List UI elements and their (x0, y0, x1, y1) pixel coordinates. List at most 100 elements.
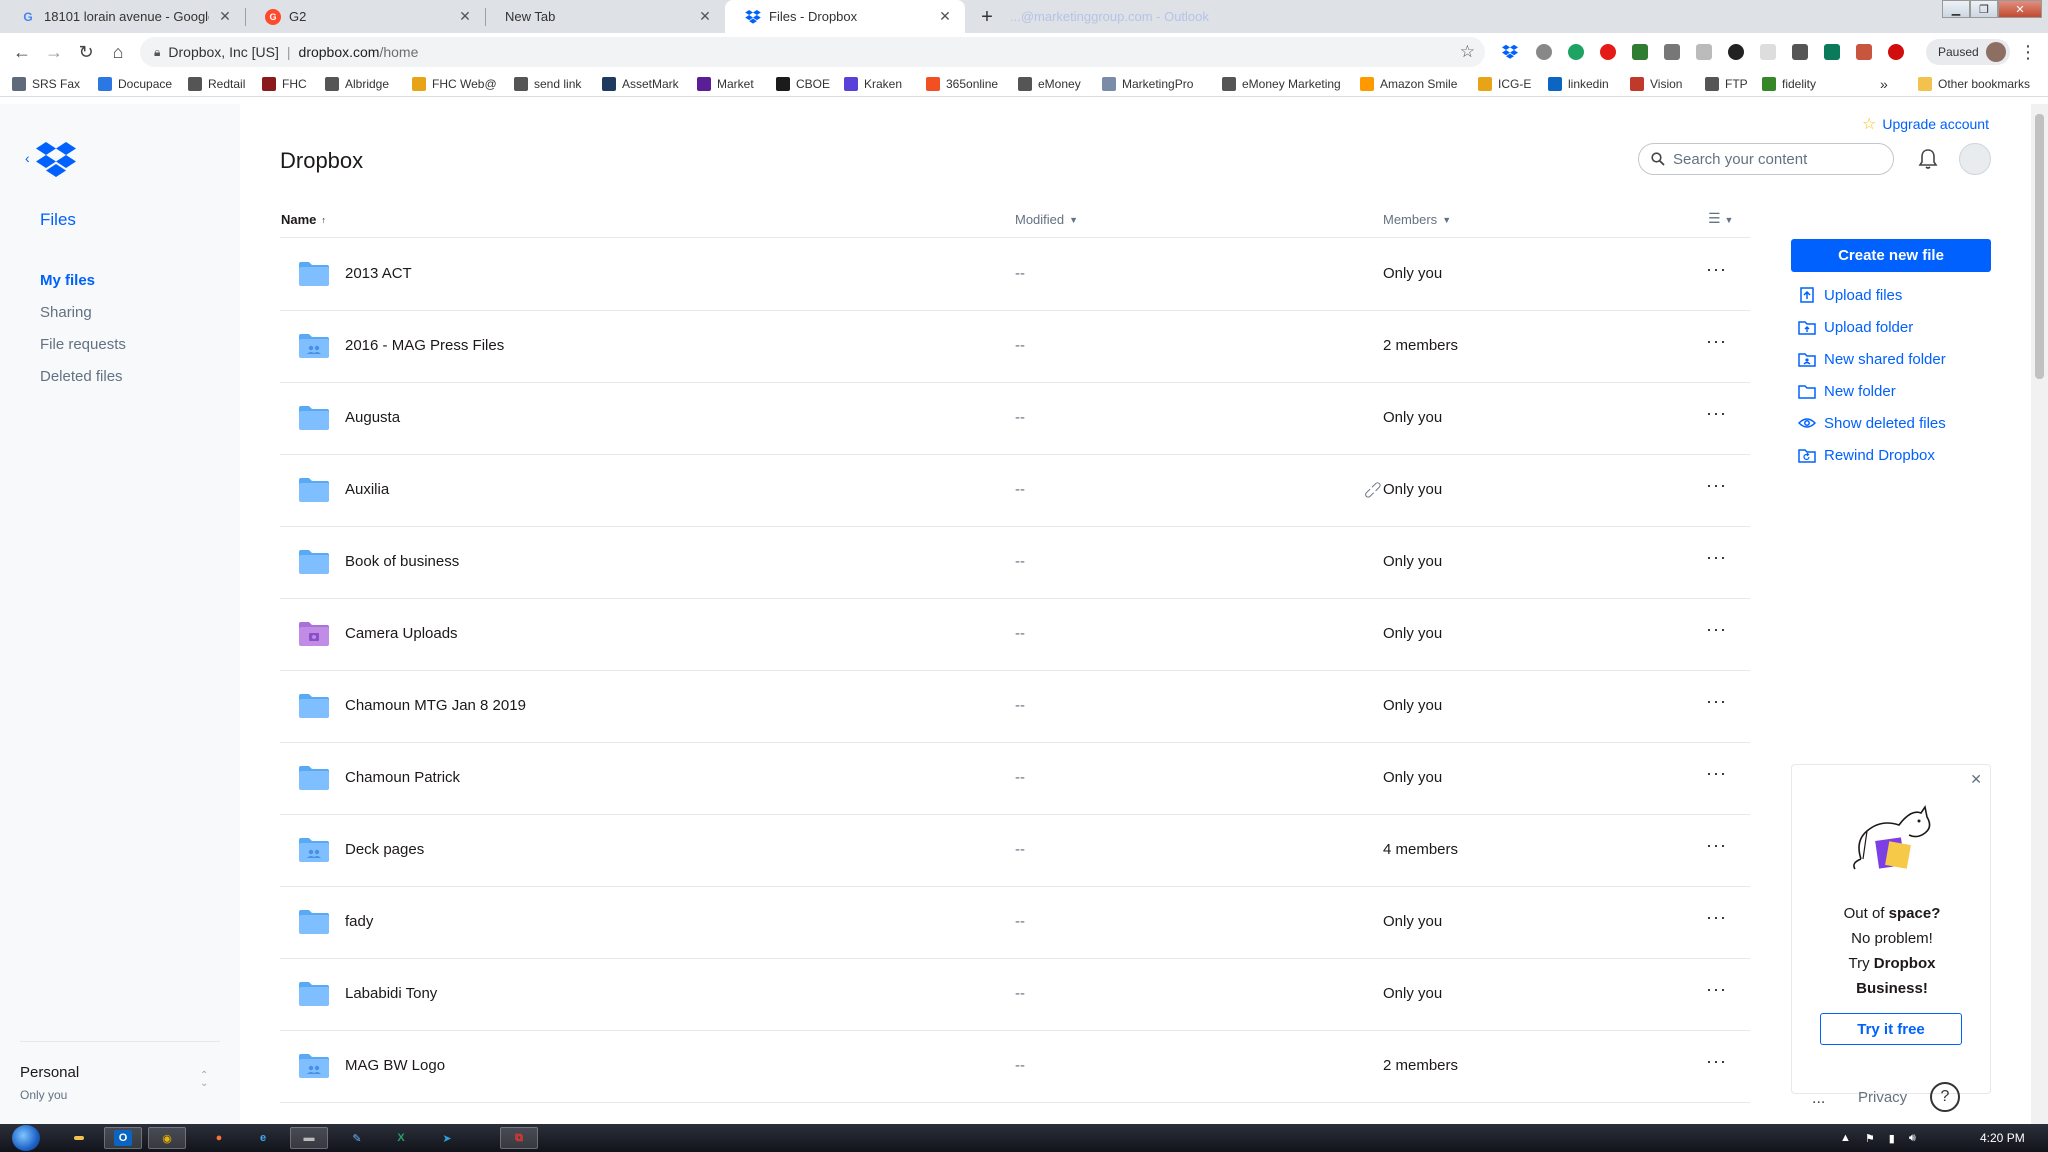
browser-tab-g2[interactable]: G G2 ✕ (245, 0, 485, 33)
ie-icon[interactable]: e (244, 1127, 282, 1149)
help-icon[interactable]: ? (1930, 1082, 1960, 1112)
sidebar-item-deleted-files[interactable]: Deleted files (40, 368, 123, 385)
bookmark-item[interactable]: CBOE (776, 75, 830, 93)
browser-tab-google[interactable]: G 18101 lorain avenue - Google Se ✕ (0, 0, 245, 33)
acrobat-extension-icon[interactable] (1856, 44, 1872, 60)
search-box[interactable] (1638, 143, 1894, 175)
file-name[interactable]: Camera Uploads (345, 625, 458, 642)
table-row[interactable]: Lababidi Tony -- Only you ··· (280, 959, 1750, 1031)
flag-icon[interactable]: ⚑ (1865, 1132, 1875, 1145)
firefox-icon[interactable]: ● (200, 1127, 238, 1149)
upgrade-account-link[interactable]: ☆ Upgrade account (1862, 114, 1989, 134)
bookmark-item[interactable]: Amazon Smile (1360, 75, 1457, 93)
action-upload-folder[interactable]: Upload folder (1798, 318, 1913, 336)
close-icon[interactable]: ✕ (217, 8, 233, 25)
bookmark-item[interactable]: eMoney (1018, 75, 1081, 93)
new-tab-button[interactable]: + (976, 6, 998, 28)
outlook-icon[interactable]: O (104, 1127, 142, 1149)
extension-icon[interactable] (1728, 44, 1744, 60)
browser-tab-new-tab[interactable]: New Tab ✕ (485, 0, 725, 33)
more-options-icon[interactable]: ... (1812, 1090, 1825, 1108)
reload-button[interactable]: ↻ (74, 40, 98, 64)
table-row[interactable]: 2016 - MAG Press Files -- 2 members ··· (280, 311, 1750, 383)
file-name[interactable]: Chamoun Patrick (345, 769, 460, 786)
scrollbar[interactable] (2031, 104, 2048, 1124)
sidebar-item-my-files[interactable]: My files (40, 272, 95, 289)
more-options-icon[interactable]: ··· (1706, 475, 1727, 496)
bookmark-item[interactable]: FTP (1705, 75, 1748, 93)
tray-expand-icon[interactable]: ▲ (1840, 1132, 1851, 1144)
more-options-icon[interactable]: ··· (1706, 1051, 1727, 1072)
minimize-button[interactable]: ▁ (1942, 0, 1970, 18)
table-row[interactable]: Chamoun Patrick -- Only you ··· (280, 743, 1750, 815)
bookmark-item[interactable]: Albridge (325, 75, 389, 93)
kebab-menu-icon[interactable]: ⋮ (2018, 40, 2038, 64)
privacy-link[interactable]: Privacy (1858, 1089, 1907, 1106)
bookmark-item[interactable]: FHC Web@ (412, 75, 497, 93)
bookmark-item[interactable]: linkedin (1548, 75, 1609, 93)
profile-button[interactable]: Paused (1926, 39, 2010, 65)
action-rewind[interactable]: Rewind Dropbox (1798, 446, 1935, 464)
file-name[interactable]: Augusta (345, 409, 400, 426)
address-bar[interactable]: 🔒︎ Dropbox, Inc [US] | dropbox.com /home… (140, 37, 1485, 67)
bookmark-item[interactable]: ICG-E (1478, 75, 1531, 93)
extension-icon[interactable] (1824, 44, 1840, 60)
app-icon[interactable]: ▬ (290, 1127, 328, 1149)
bookmarks-overflow-button[interactable]: » (1880, 75, 1888, 93)
grammarly-extension-icon[interactable] (1568, 44, 1584, 60)
table-row[interactable]: Augusta -- Only you ··· (280, 383, 1750, 455)
bookmark-item[interactable]: Kraken (844, 75, 902, 93)
table-row[interactable]: MAG BW Logo -- 2 members ··· (280, 1031, 1750, 1103)
bookmark-item[interactable]: SRS Fax (12, 75, 80, 93)
account-name[interactable]: Personal (20, 1064, 79, 1081)
file-name[interactable]: Book of business (345, 553, 459, 570)
close-icon[interactable]: ✕ (937, 8, 953, 25)
table-row[interactable]: Deck pages -- 4 members ··· (280, 815, 1750, 887)
browser-tab-dropbox[interactable]: Files - Dropbox ✕ (725, 0, 965, 33)
more-options-icon[interactable]: ··· (1706, 907, 1727, 928)
home-button[interactable]: ⌂ (106, 40, 130, 64)
taskbar-clock[interactable]: 4:20 PM (1980, 1131, 2025, 1145)
bookmark-item[interactable]: 365online (926, 75, 998, 93)
chrome-icon[interactable]: ◉ (148, 1127, 186, 1149)
more-options-icon[interactable]: ··· (1706, 619, 1727, 640)
file-name[interactable]: Chamoun MTG Jan 8 2019 (345, 697, 526, 714)
sidebar-item-sharing[interactable]: Sharing (40, 304, 92, 321)
bookmark-item[interactable]: AssetMark (602, 75, 679, 93)
action-new-folder[interactable]: New folder (1798, 382, 1896, 400)
more-options-icon[interactable]: ··· (1706, 259, 1727, 280)
back-button[interactable]: ← (10, 40, 34, 64)
bookmark-star-icon[interactable]: ☆ (1460, 42, 1475, 62)
avatar[interactable] (1959, 143, 1991, 175)
action-eye[interactable]: Show deleted files (1798, 414, 1946, 432)
close-icon[interactable]: ✕ (697, 8, 713, 25)
extension-icon[interactable] (1696, 44, 1712, 60)
window-close-button[interactable]: ✕ (1998, 0, 2042, 18)
try-it-free-button[interactable]: Try it free (1820, 1013, 1962, 1045)
explorer-icon[interactable] (60, 1127, 98, 1149)
extension-icon[interactable] (1664, 44, 1680, 60)
more-options-icon[interactable]: ··· (1706, 835, 1727, 856)
acrobat-icon[interactable]: ⧉ (500, 1127, 538, 1149)
extension-icon[interactable] (1760, 44, 1776, 60)
more-options-icon[interactable]: ··· (1706, 763, 1727, 784)
dropbox-extension-icon[interactable] (1502, 44, 1518, 60)
file-name[interactable]: 2016 - MAG Press Files (345, 337, 504, 354)
bookmark-item[interactable]: Docupace (98, 75, 172, 93)
column-header-modified[interactable]: Modified ▼ (1015, 212, 1078, 227)
excel-icon[interactable]: X (382, 1127, 420, 1149)
create-new-file-button[interactable]: Create new file (1791, 239, 1991, 272)
sidebar-section-files[interactable]: Files (40, 210, 76, 230)
close-icon[interactable]: ✕ (1970, 771, 1982, 788)
file-name[interactable]: Lababidi Tony (345, 985, 437, 1002)
dropbox-logo-icon[interactable] (36, 142, 76, 178)
bookmark-item[interactable]: Redtail (188, 75, 245, 93)
table-row[interactable]: Chamoun MTG Jan 8 2019 -- Only you ··· (280, 671, 1750, 743)
list-view-icon[interactable]: ☰ ▼ (1708, 210, 1733, 227)
table-row[interactable]: Auxilia -- ⊂⊃ Only you ··· (280, 455, 1750, 527)
file-name[interactable]: 2013 ACT (345, 265, 412, 282)
more-options-icon[interactable]: ··· (1706, 403, 1727, 424)
bell-icon[interactable] (1915, 146, 1941, 172)
extension-icon[interactable] (1536, 44, 1552, 60)
file-name[interactable]: Auxilia (345, 481, 389, 498)
